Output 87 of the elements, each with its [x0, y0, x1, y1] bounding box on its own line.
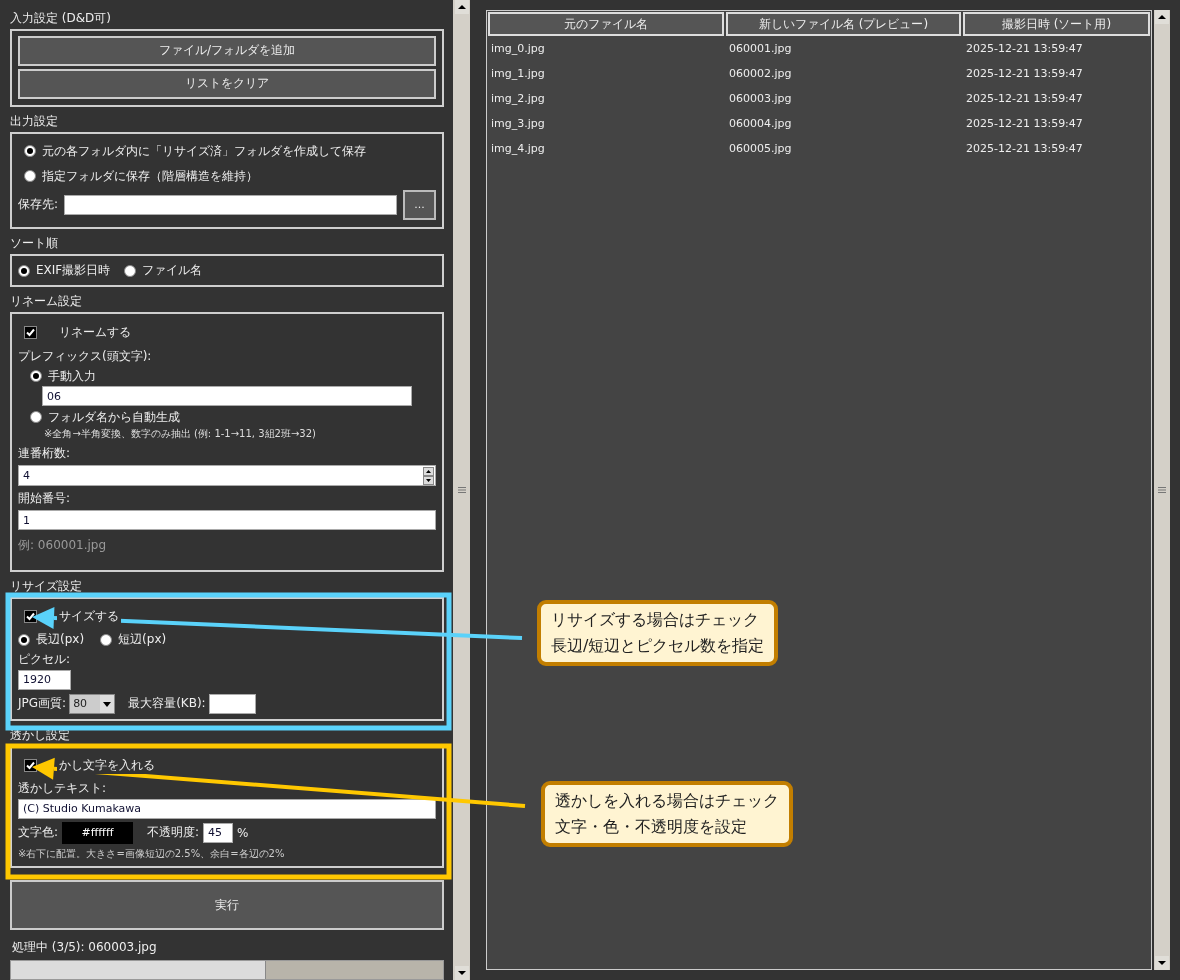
radio-button[interactable] — [18, 264, 30, 277]
hint-text: ※全角→半角変換、数字のみ抽出 (例: 1-1→11, 3組2班→32) — [44, 427, 316, 442]
field-label: 連番桁数: — [18, 444, 71, 462]
radio-label: 指定フォルダに保存（階層構造を維持） — [42, 167, 258, 185]
table-cell-text: img_0.jpg — [490, 42, 546, 55]
pixels-field[interactable]: 1920 — [18, 669, 71, 690]
table-cell-text: 2025-12-21 13:59:47 — [965, 142, 1084, 155]
field-label: 開始番号: — [18, 489, 71, 507]
callout-text: リサイズする場合はチェック — [551, 609, 760, 631]
radio-button[interactable] — [124, 264, 137, 277]
table-cell-text: img_3.jpg — [490, 117, 546, 130]
hint-text: ※右下に配置。大きさ=画像短辺の2.5%、余白=各辺の2% — [18, 846, 285, 861]
radio-label: EXIF撮影日時 — [36, 262, 111, 280]
checkbox-label: サイズする — [57, 608, 121, 626]
field-label: プレフィックス(頭文字): — [18, 347, 152, 365]
status-text: 処理中 (3/5): 060003.jpg — [12, 939, 157, 957]
max-size-field[interactable] — [208, 693, 256, 714]
radio-label: 手動入力 — [48, 367, 96, 385]
field-label: 最大容量(KB): — [128, 695, 206, 713]
table-cell-text: 060004.jpg — [728, 117, 793, 130]
callout-text: 文字・色・不透明度を設定 — [555, 816, 748, 838]
save-path-field[interactable] — [64, 194, 398, 215]
radio-button[interactable] — [18, 633, 30, 646]
field-label: JPG画質: — [18, 695, 67, 713]
field-label: ピクセル: — [18, 651, 71, 669]
example-text: 例: 060001.jpg — [18, 536, 107, 554]
table-cell-text: 2025-12-21 13:59:47 — [965, 42, 1084, 55]
table-cell-text: img_4.jpg — [490, 142, 546, 155]
grip-icon[interactable] — [456, 486, 467, 494]
scroll-down-icon[interactable] — [1155, 956, 1169, 970]
watermark-text-field[interactable]: (C) Studio Kumakawa — [18, 798, 436, 819]
field-label: 透かしテキスト: — [18, 780, 107, 798]
radio-button[interactable] — [24, 170, 36, 183]
field-label: 文字色: — [18, 824, 59, 842]
table-cell-text: 2025-12-21 13:59:47 — [965, 92, 1084, 105]
quality-dropdown[interactable]: 80 — [69, 693, 116, 714]
browse-button[interactable]: ... — [403, 189, 436, 220]
table-cell-text: img_2.jpg — [490, 92, 546, 105]
radio-button[interactable] — [24, 145, 36, 158]
callout-text: 長辺/短辺とピクセル数を指定 — [551, 635, 765, 657]
table-cell-text: img_1.jpg — [490, 67, 546, 80]
column-header[interactable]: 元のファイル名 — [488, 12, 724, 36]
prefix-field[interactable]: 06 — [42, 386, 412, 407]
radio-label: フォルダ名から自動生成 — [48, 408, 180, 426]
section-title: リサイズ設定 — [10, 578, 83, 593]
digits-spinbox[interactable]: 4 — [18, 465, 436, 487]
callout-text: 透かしを入れる場合はチェック — [555, 790, 779, 812]
scrollbar[interactable] — [453, 0, 470, 980]
column-header[interactable]: 撮影日時 (ソート用) — [963, 12, 1150, 36]
section-title: リネーム設定 — [10, 294, 83, 309]
scroll-up-icon[interactable] — [454, 0, 469, 14]
scrollbar[interactable] — [1154, 10, 1170, 970]
run-button[interactable]: 実行 — [10, 880, 444, 931]
table-cell-text: 060005.jpg — [728, 142, 793, 155]
grip-icon[interactable] — [1157, 486, 1167, 494]
section-title: 出力設定 — [10, 113, 59, 128]
section-title: 入力設定 (D&D可) — [10, 11, 112, 25]
radio-button[interactable] — [100, 633, 113, 646]
checkbox-label: かし文字を入れる — [57, 757, 157, 775]
start-number-field[interactable]: 1 — [18, 510, 436, 531]
column-header[interactable]: 新しいファイル名 (プレビュー) — [726, 12, 961, 36]
opacity-field[interactable]: 45 — [203, 822, 234, 843]
unit-label: % — [237, 825, 249, 840]
table-cell-text: 060002.jpg — [728, 67, 793, 80]
field-label: 不透明度: — [147, 824, 200, 842]
field-label: 保存先: — [18, 196, 59, 214]
table-cell-text: 2025-12-21 13:59:47 — [965, 67, 1084, 80]
radio-button[interactable] — [30, 411, 42, 424]
radio-button[interactable] — [30, 370, 42, 383]
spin-arrows-icon[interactable] — [423, 466, 434, 485]
table-cell-text: 060003.jpg — [728, 92, 793, 105]
checkbox[interactable] — [24, 759, 37, 773]
scroll-down-icon[interactable] — [454, 966, 469, 980]
color-swatch[interactable]: #ffffff — [62, 821, 134, 844]
scroll-up-icon[interactable] — [1155, 10, 1169, 24]
add-files-button[interactable]: ファイル/フォルダを追加 — [18, 35, 436, 66]
clear-list-button[interactable]: リストをクリア — [18, 68, 436, 99]
radio-label: ファイル名 — [142, 262, 203, 280]
radio-label: 長辺(px) — [36, 631, 85, 649]
section-title: ソート順 — [10, 236, 59, 251]
radio-label: 元の各フォルダ内に「リサイズ済」フォルダを作成して保存 — [42, 142, 366, 160]
table-cell-text: 060001.jpg — [728, 42, 793, 55]
checkbox[interactable] — [24, 610, 37, 624]
radio-label: 短辺(px) — [118, 631, 167, 649]
checkbox[interactable] — [24, 325, 37, 339]
caret-icon — [100, 694, 115, 713]
table-cell-text: 2025-12-21 13:59:47 — [965, 117, 1084, 130]
